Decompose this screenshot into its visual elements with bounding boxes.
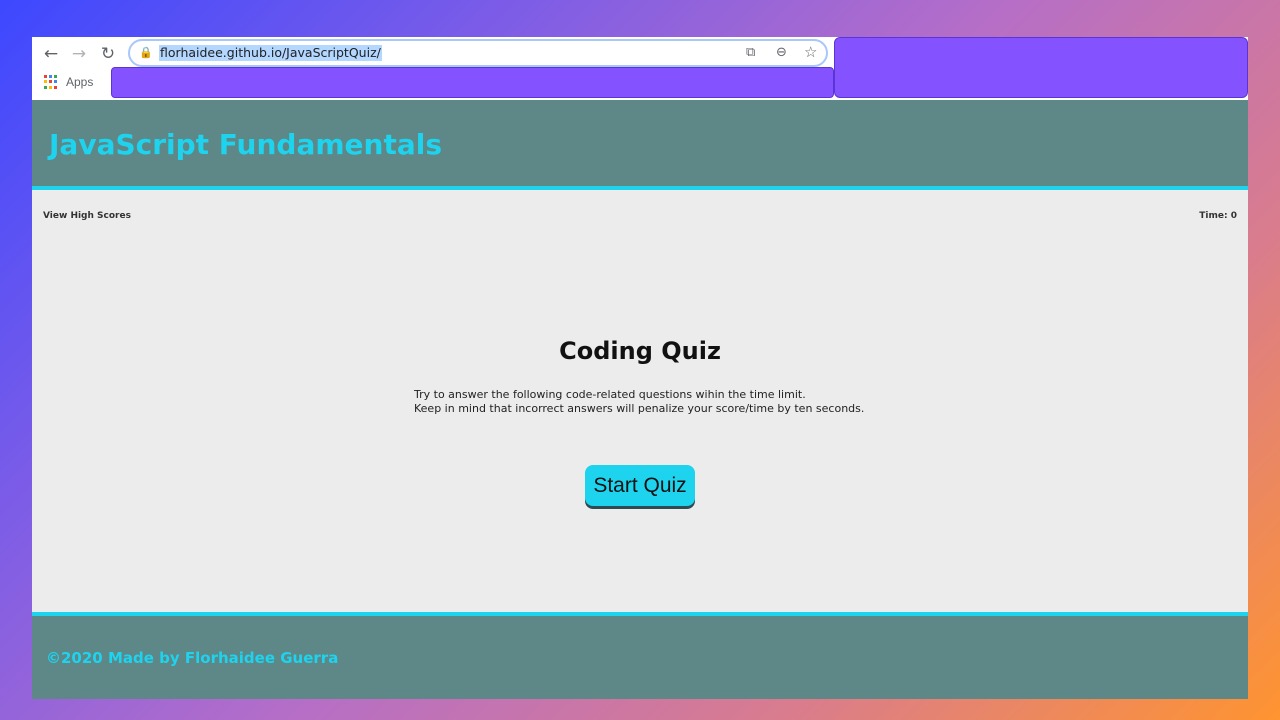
url-text[interactable]: florhaidee.github.io/JavaScriptQuiz/ bbox=[159, 45, 382, 61]
zoom-icon[interactable]: ⊖ bbox=[776, 45, 787, 60]
lock-icon[interactable]: 🔒 bbox=[139, 46, 153, 59]
timer-display: Time: 0 bbox=[1199, 211, 1237, 221]
cast-icon[interactable]: ⧉ bbox=[746, 45, 755, 60]
instructions-line: Try to answer the following code-related… bbox=[414, 388, 806, 401]
apps-grid-icon[interactable] bbox=[44, 75, 58, 89]
browser-window: ← → ↻ 🔒 florhaidee.github.io/JavaScriptQ… bbox=[32, 37, 1248, 699]
address-bar[interactable]: 🔒 florhaidee.github.io/JavaScriptQuiz/ ⧉… bbox=[128, 39, 828, 67]
redaction-block bbox=[111, 67, 834, 98]
forward-icon[interactable]: → bbox=[67, 42, 91, 66]
quiz-title: Coding Quiz bbox=[559, 337, 721, 365]
reload-icon[interactable]: ↻ bbox=[96, 42, 120, 66]
quiz-instructions: Try to answer the following code-related… bbox=[414, 388, 864, 416]
instructions-line: Keep in mind that incorrect answers will… bbox=[414, 402, 865, 415]
star-icon[interactable]: ☆ bbox=[804, 43, 817, 61]
view-high-scores-link[interactable]: View High Scores bbox=[43, 211, 131, 221]
apps-bookmark[interactable]: Apps bbox=[66, 75, 93, 89]
site-header: JavaScript Fundamentals bbox=[32, 100, 1248, 190]
site-footer: ©2020 Made by Florhaidee Guerra bbox=[32, 612, 1248, 699]
site-title: JavaScript Fundamentals bbox=[49, 128, 442, 161]
start-quiz-button[interactable]: Start Quiz bbox=[585, 465, 695, 506]
footer-credit: ©2020 Made by Florhaidee Guerra bbox=[46, 649, 339, 667]
redaction-block bbox=[834, 37, 1248, 98]
back-icon[interactable]: ← bbox=[39, 42, 63, 66]
